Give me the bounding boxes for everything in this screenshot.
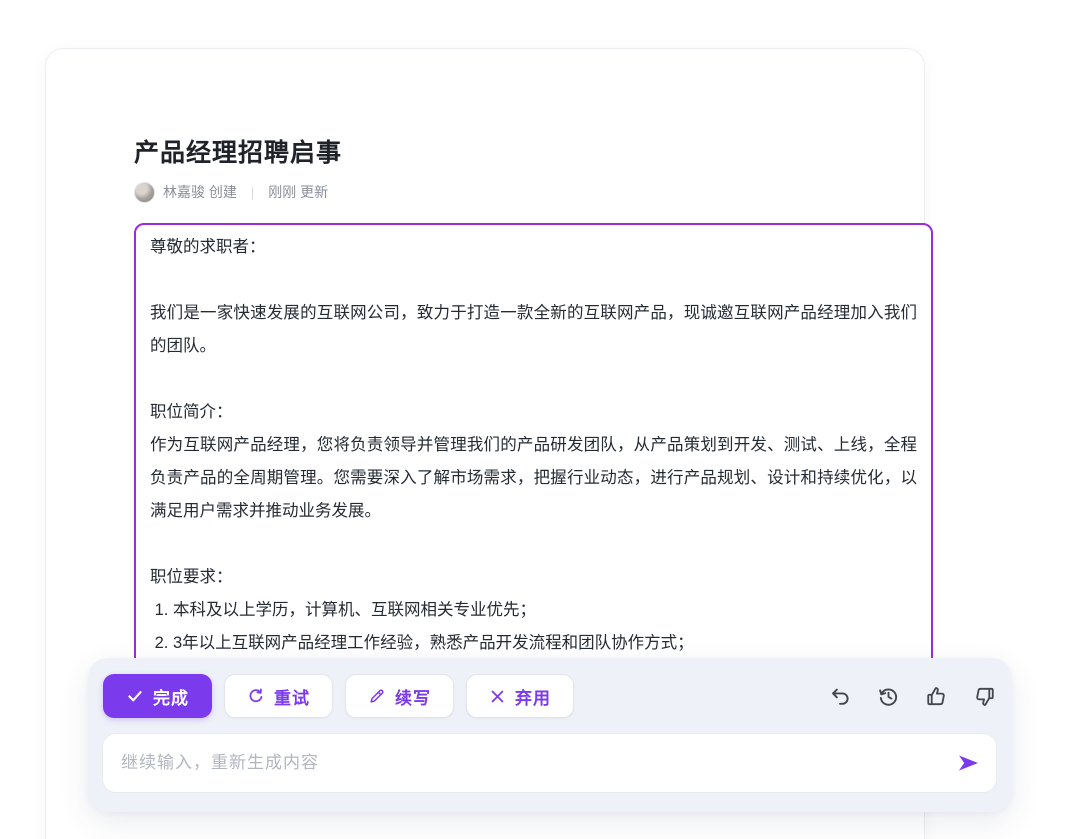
- document-content: 尊敬的求职者： 我们是一家快速发展的互联网公司，致力于打造一款全新的互联网产品，…: [136, 225, 931, 726]
- ai-input-row: [102, 733, 997, 793]
- undo-icon[interactable]: [828, 684, 852, 708]
- content-blank-line: [150, 264, 917, 297]
- refresh-icon: [247, 687, 265, 705]
- content-blank-line: [150, 363, 917, 396]
- content-paragraph: 2. 3年以上互联网产品经理工作经验，熟悉产品开发流程和团队协作方式；: [150, 627, 917, 660]
- content-paragraph: 我们是一家快速发展的互联网公司，致力于打造一款全新的互联网产品，现诚邀互联网产品…: [150, 297, 917, 363]
- thumbs-up-icon[interactable]: [924, 684, 948, 708]
- content-blank-line: [150, 528, 917, 561]
- continue-writing-button[interactable]: 续写: [345, 674, 454, 718]
- send-icon[interactable]: [946, 741, 990, 785]
- content-paragraph: 1. 本科及以上学历，计算机、互联网相关专业优先；: [150, 594, 917, 627]
- app-window: 产品经理招聘启事 林嘉骏 创建 | 刚刚 更新 尊敬的求职者： 我们是一家快速发…: [0, 0, 1080, 839]
- feedback-actions: [828, 684, 996, 708]
- check-icon: [126, 687, 144, 705]
- ai-toolbar: 完成 重试 续写: [103, 674, 996, 718]
- thumbs-down-icon[interactable]: [972, 684, 996, 708]
- retry-button-label: 重试: [274, 684, 310, 709]
- continue-writing-button-label: 续写: [395, 684, 431, 709]
- content-paragraph: 职位要求：: [150, 561, 917, 594]
- byline-updated: 刚刚 更新: [268, 182, 328, 202]
- content-paragraph: 尊敬的求职者：: [150, 231, 917, 264]
- retry-button[interactable]: 重试: [224, 674, 333, 718]
- done-button[interactable]: 完成: [103, 674, 212, 718]
- byline: 林嘉骏 创建 | 刚刚 更新: [134, 181, 328, 203]
- content-paragraph: 作为互联网产品经理，您将负责领导并管理我们的产品研发团队，从产品策划到开发、测试…: [150, 429, 917, 528]
- ai-prompt-input[interactable]: [103, 753, 946, 773]
- ai-assistant-panel: 完成 重试 续写: [88, 658, 1012, 812]
- discard-button[interactable]: 弃用: [466, 674, 574, 718]
- pencil-icon: [368, 687, 386, 705]
- done-button-label: 完成: [153, 684, 189, 709]
- history-icon[interactable]: [876, 684, 900, 708]
- discard-button-label: 弃用: [515, 684, 551, 709]
- content-paragraph: 职位简介：: [150, 396, 917, 429]
- byline-divider: |: [251, 185, 254, 200]
- byline-author: 林嘉骏 创建: [163, 182, 237, 202]
- page-title: 产品经理招聘启事: [134, 133, 342, 169]
- x-icon: [489, 688, 506, 705]
- avatar: [134, 182, 155, 203]
